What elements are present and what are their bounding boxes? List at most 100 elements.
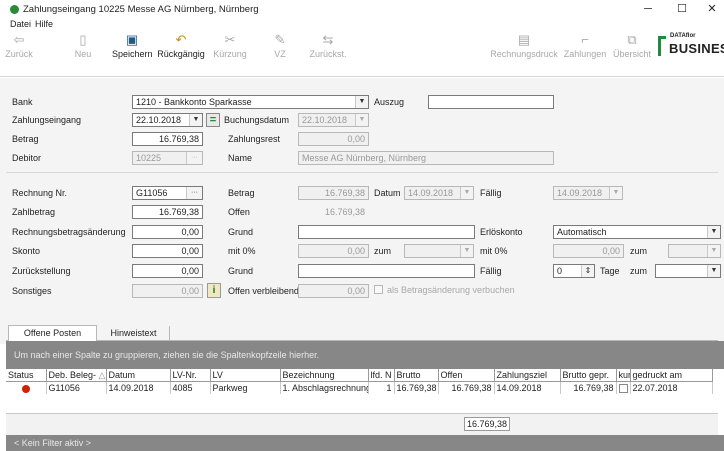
col-header-lv[interactable]: LV: [210, 369, 281, 382]
ellipsis-icon: ···: [186, 152, 202, 164]
reset-icon: ⇆: [322, 32, 334, 47]
payments-icon: ⌐: [581, 32, 589, 47]
betragsaenderung-checkbox[interactable]: [374, 285, 383, 294]
toolbar-print-button[interactable]: ▤ Rechnungsdruck: [490, 31, 558, 77]
zahlungsrest-label: Zahlungsrest: [228, 134, 281, 144]
chevron-down-icon[interactable]: ▼: [189, 114, 202, 126]
col-header-lvnr[interactable]: LV-Nr.: [170, 369, 211, 382]
tab-offene-posten[interactable]: Offene Posten: [8, 325, 97, 341]
row-bezeichnung: 1. Abschlagsrechnung: [280, 381, 369, 394]
table-row[interactable]: G11056 14.09.2018 4085 Parkweg 1. Abschl…: [6, 381, 713, 394]
rechnung-input[interactable]: G11056 ···: [132, 186, 203, 200]
zum3-select[interactable]: ▼: [655, 264, 721, 278]
kur-checkbox[interactable]: [618, 384, 628, 394]
mit0-2-field: 0,00: [553, 244, 624, 258]
toolbar-back-button[interactable]: ⇦ Zurück: [4, 31, 34, 77]
col-header-status[interactable]: Status: [6, 369, 47, 382]
col-header-bezeichnung[interactable]: Bezeichnung: [280, 369, 369, 382]
title-bar: Zahlungseingang 10225 Messe AG Nürnberg,…: [0, 0, 724, 18]
chevron-down-icon: ▼: [707, 245, 720, 257]
group-panel[interactable]: Um nach einer Spalte zu gruppieren, zieh…: [6, 341, 724, 369]
row-brutto-gepr: 16.769,38: [560, 381, 617, 394]
sonstiges-label: Sonstiges: [12, 286, 52, 296]
sum-offen-field: 16.769,38: [464, 417, 510, 431]
arrow-left-icon: ⇦: [13, 32, 25, 47]
zurueckstellung-label: Zurückstellung: [12, 266, 71, 276]
skonto-label: Skonto: [12, 246, 41, 256]
row-gedruckt: 22.07.2018: [630, 381, 713, 394]
toolbar-undo-button[interactable]: ↶ Rückgängig: [156, 31, 206, 77]
betragsaenderung-checkbox-label: als Betragsänderung verbuchen: [387, 285, 515, 295]
offen-label: Offen: [228, 207, 250, 217]
betrag-input[interactable]: 16.769,38: [132, 132, 203, 146]
info-icon[interactable]: i: [207, 283, 221, 298]
col-header-gedruckt[interactable]: gedruckt am: [630, 369, 713, 382]
new-document-icon: ▯: [79, 32, 87, 47]
toolbar-reset-button[interactable]: ⇆ Zurückst.: [306, 31, 350, 77]
menu-hilfe[interactable]: Hilfe: [35, 19, 53, 29]
rbaenderung-input[interactable]: 0,00: [132, 225, 203, 239]
brand-mark-icon: [658, 36, 666, 56]
row-status-cell: [6, 381, 47, 394]
zahlungseingang-date[interactable]: 22.10.2018 ▼: [132, 113, 203, 127]
col-header-beleg[interactable]: Deb. Beleg- △: [46, 369, 107, 382]
col-header-zahlungsziel[interactable]: Zahlungsziel: [494, 369, 561, 382]
toolbar-save-button[interactable]: ▣ Speichern: [112, 31, 153, 77]
equal-date-button[interactable]: =: [206, 113, 220, 127]
grund2-input[interactable]: [298, 264, 475, 278]
buchungsdatum-label: Buchungsdatum: [224, 115, 290, 125]
col-header-brutto[interactable]: Brutto: [394, 369, 439, 382]
toolbar-new-button[interactable]: ▯ Neu: [70, 31, 96, 77]
col-header-brutto-gepr[interactable]: Brutto gepr.: [560, 369, 617, 382]
sonstiges-field: 0,00: [132, 284, 203, 298]
bank-label: Bank: [12, 97, 33, 107]
grund1-input[interactable]: [298, 225, 475, 239]
close-button[interactable]: ✕: [700, 0, 724, 18]
zurueckstellung-input[interactable]: 0,00: [132, 264, 203, 278]
toolbar-vz-button[interactable]: ✎ VZ: [270, 31, 290, 77]
skonto-input[interactable]: 0,00: [132, 244, 203, 258]
filter-bar[interactable]: < Kein Filter aktiv >: [6, 435, 724, 451]
chevron-down-icon[interactable]: ▼: [355, 96, 368, 108]
chevron-down-icon: ▼: [460, 245, 473, 257]
row-offen: 16.769,38: [438, 381, 495, 394]
toolbar-payments-button[interactable]: ⌐ Zahlungen: [562, 31, 608, 77]
auszug-label: Auszug: [374, 97, 405, 107]
chevron-down-icon: ▼: [355, 114, 368, 126]
menu-datei[interactable]: Datei: [10, 19, 31, 29]
window-title: Zahlungseingang 10225 Messe AG Nürnberg,…: [23, 4, 259, 15]
col-header-datum[interactable]: Datum: [106, 369, 171, 382]
scissors-icon: ✂: [224, 32, 236, 47]
zahlungsrest-field: 0,00: [298, 132, 369, 146]
name-field: Messe AG Nürnberg, Nürnberg: [298, 151, 554, 165]
chevron-down-icon[interactable]: ▼: [707, 265, 720, 277]
faellig2-label: Fällig: [480, 266, 502, 276]
col-header-kur[interactable]: kur: [616, 369, 631, 382]
offen-field: 16.769,38: [298, 205, 369, 219]
tage-spinner[interactable]: 0 ⇕: [553, 264, 595, 278]
row-lfd: 1: [368, 381, 395, 394]
zahlbetrag-input[interactable]: 16.769,38: [132, 205, 203, 219]
sort-asc-icon: △: [98, 370, 106, 380]
grund1-label: Grund: [228, 227, 254, 237]
ellipsis-icon[interactable]: ···: [186, 187, 202, 199]
minimize-button[interactable]: ─: [636, 0, 660, 18]
erloeskonto-select[interactable]: Automatisch ▼: [553, 225, 721, 239]
zum1-select: ▼: [404, 244, 474, 258]
toolbar-kuerzung-button[interactable]: ✂ Kürzung: [212, 31, 248, 77]
auszug-input[interactable]: [428, 95, 554, 109]
form-divider: [6, 172, 718, 173]
tab-hinweistext-belegdruck[interactable]: Hinweistext Belegdruck: [98, 326, 170, 352]
col-header-lfd[interactable]: lfd. N: [368, 369, 395, 382]
offen-verbleibend-label: Offen verbleibend: [228, 286, 299, 296]
maximize-button[interactable]: ☐: [670, 0, 694, 18]
chevron-down-icon[interactable]: ▼: [707, 226, 720, 238]
spin-updown-icon[interactable]: ⇕: [581, 265, 594, 277]
edit-icon: ✎: [274, 32, 286, 47]
mit0-1-label: mit 0%: [228, 246, 256, 256]
col-header-offen[interactable]: Offen: [438, 369, 495, 382]
bank-select[interactable]: 1210 - Bankkonto Sparkasse ▼: [132, 95, 369, 109]
rechnung-label: Rechnung Nr.: [12, 188, 68, 198]
brand-large: BUSINESS: [669, 41, 724, 56]
toolbar-overview-button[interactable]: ⧉ Übersicht: [612, 31, 652, 77]
